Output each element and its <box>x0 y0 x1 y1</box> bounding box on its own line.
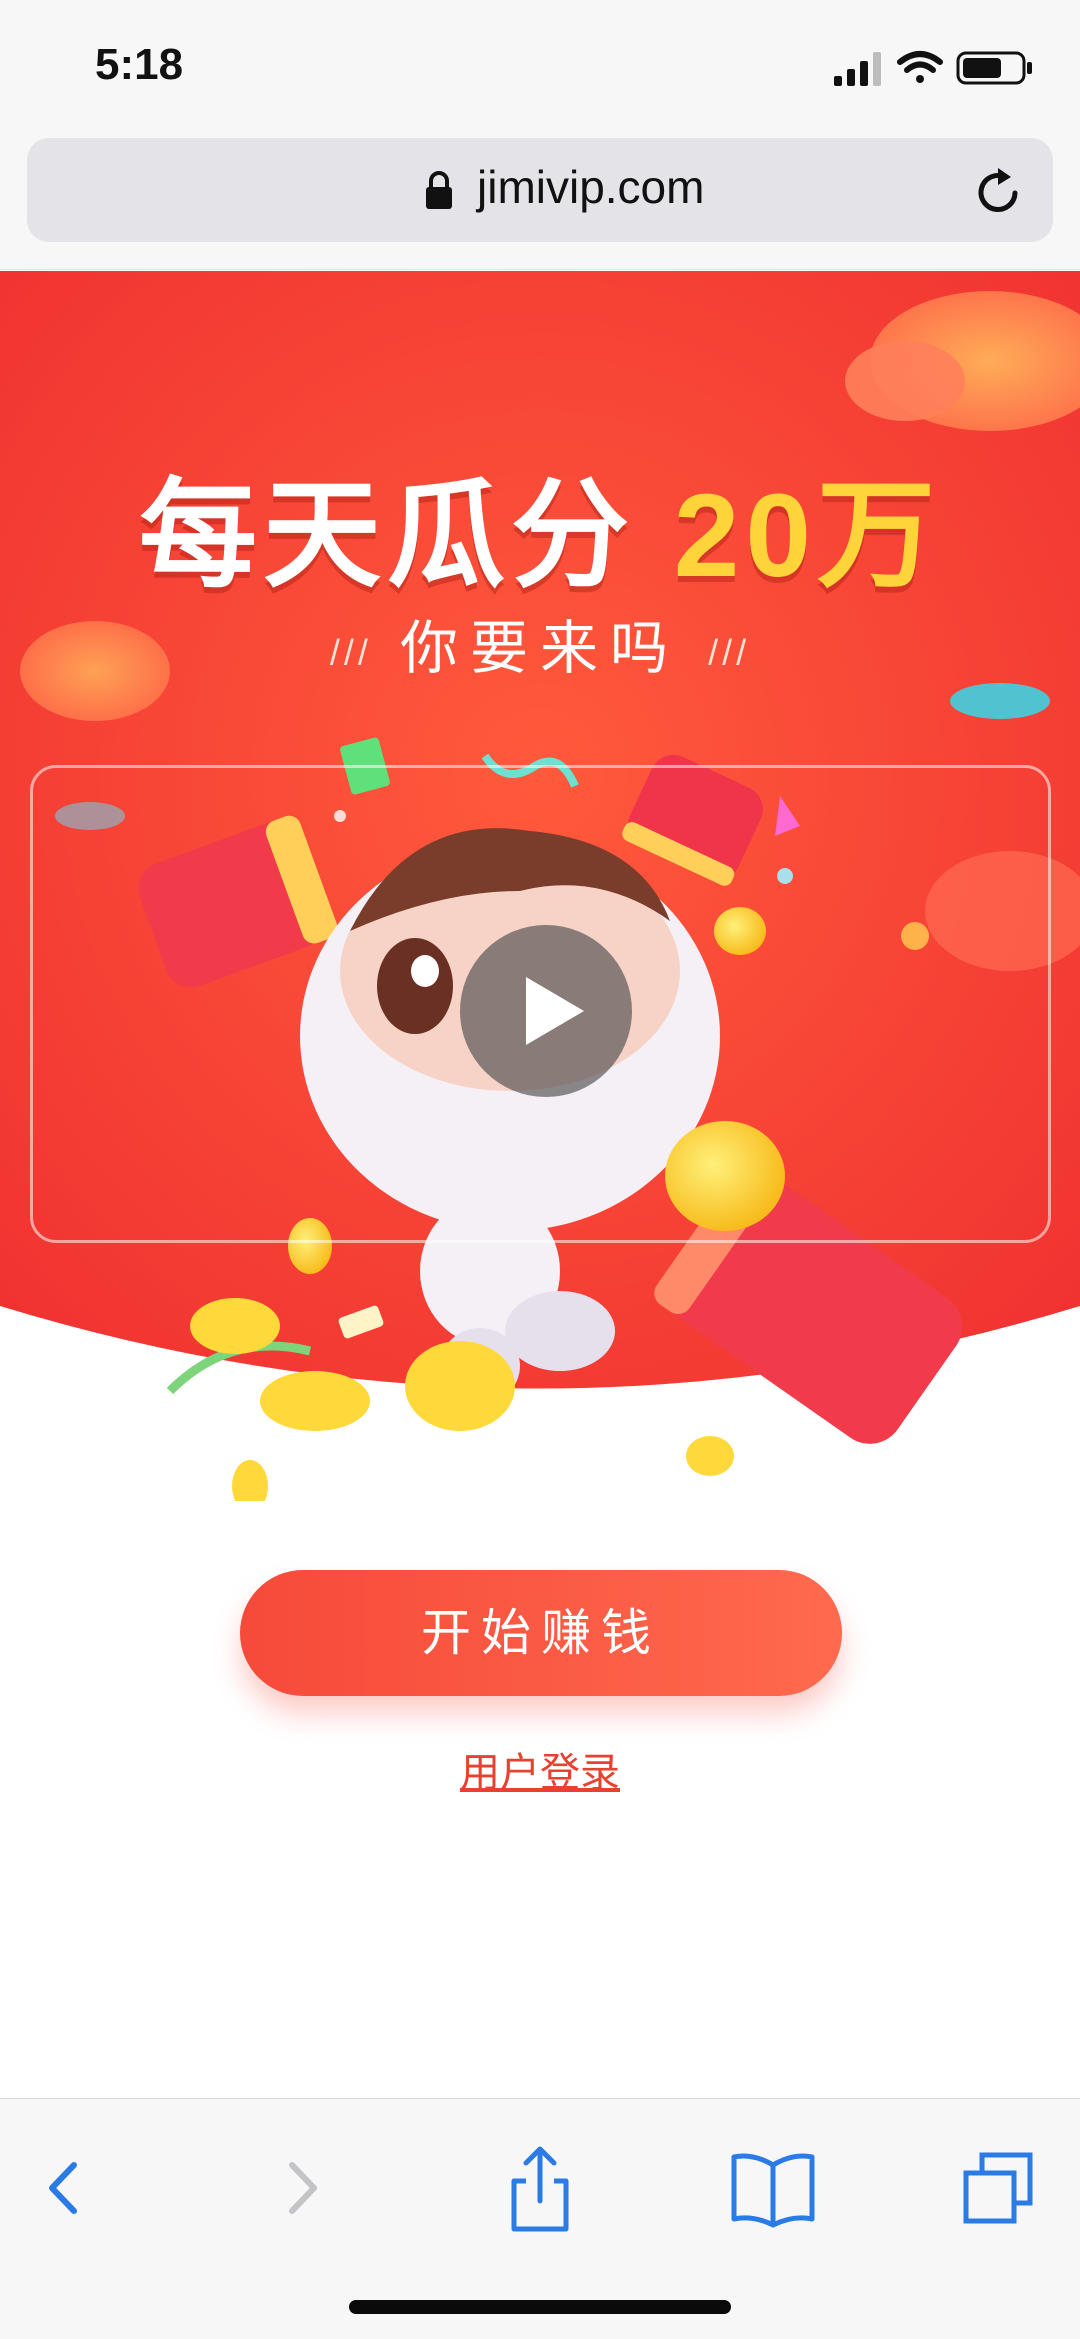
hero-title-main: 每天瓜分 <box>138 470 635 602</box>
subtitle-deco-left: /// <box>329 631 372 673</box>
signal-icon <box>834 52 881 86</box>
url-text: jimivip.com <box>477 161 705 213</box>
wifi-icon <box>897 51 943 83</box>
bookmarks-icon[interactable] <box>728 2143 818 2233</box>
hero-banner: 每天瓜分 20万 /// 你要来吗 /// <box>0 271 1080 1501</box>
status-icons <box>834 51 1032 86</box>
browser-top-bar: jimivip.com <box>0 130 1080 270</box>
share-icon[interactable] <box>500 2143 580 2233</box>
hero-title-amount: 20万 <box>673 470 942 602</box>
tabs-icon[interactable] <box>958 2143 1038 2233</box>
subtitle-text: 你要来吗 <box>399 616 680 681</box>
forward-icon[interactable] <box>262 2143 342 2233</box>
battery-icon <box>956 51 1032 85</box>
play-button[interactable] <box>460 925 632 1097</box>
hero-title: 每天瓜分 20万 <box>0 439 1080 610</box>
reload-icon[interactable] <box>971 166 1025 220</box>
lock-icon <box>426 171 452 209</box>
status-bar: 5:18 <box>0 0 1080 130</box>
subtitle-deco-right: /// <box>708 631 751 673</box>
user-login-link[interactable]: 用户登录 <box>0 1740 1080 1798</box>
home-indicator <box>349 2300 731 2314</box>
status-time: 5:18 <box>95 40 184 89</box>
play-icon <box>526 977 584 1045</box>
hero-subtitle: /// 你要来吗 /// <box>0 601 1080 685</box>
address-bar[interactable]: jimivip.com <box>27 138 1053 242</box>
start-earning-button[interactable]: 开始赚钱 <box>240 1570 842 1696</box>
back-icon[interactable] <box>22 2143 102 2233</box>
